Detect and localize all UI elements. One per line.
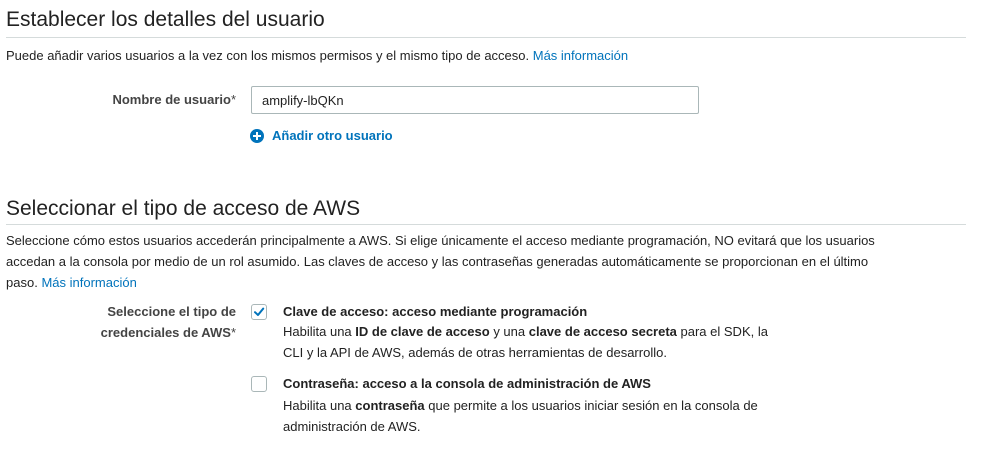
section-title-user-details: Establecer los detalles del usuario	[6, 8, 325, 31]
user-details-page: Establecer los detalles del usuario Pued…	[0, 0, 983, 462]
access-description-line1: Seleccione cómo estos usuarios accederán…	[6, 233, 875, 248]
section-divider	[6, 224, 966, 225]
section-divider	[6, 37, 966, 38]
programmatic-access-checkbox[interactable]	[251, 304, 267, 320]
access-description-line3: paso. Más información	[6, 275, 137, 290]
username-input[interactable]	[251, 86, 699, 114]
description-text: Puede añadir varios usuarios a la vez co…	[6, 48, 530, 63]
programmatic-access-description: Habilita una ID de clave de acceso y una…	[283, 324, 768, 360]
user-details-description: Puede añadir varios usuarios a la vez co…	[6, 45, 628, 66]
more-info-link[interactable]: Más información	[533, 48, 628, 63]
checkmark-icon	[254, 307, 265, 316]
add-another-user-button[interactable]: Añadir otro usuario	[250, 128, 393, 143]
required-marker: *	[230, 325, 236, 340]
access-more-info-link[interactable]: Más información	[41, 275, 136, 290]
plus-circle-icon	[250, 128, 264, 143]
add-user-label: Añadir otro usuario	[272, 128, 393, 143]
credential-type-label: Seleccione el tipo de credenciales de AW…	[100, 304, 236, 340]
access-description: Seleccione cómo estos usuarios accederán…	[6, 230, 971, 293]
access-description-line2: accedan a la consola por medio de un rol…	[6, 254, 869, 269]
required-marker: *	[230, 92, 236, 107]
console-access-description: Habilita una contraseña que permite a lo…	[283, 398, 758, 434]
section-title-access-type: Seleccionar el tipo de acceso de AWS	[6, 197, 361, 220]
username-label: Nombre de usuario*	[112, 92, 236, 107]
programmatic-access-title: Clave de acceso: acceso mediante program…	[283, 304, 588, 319]
console-access-title: Contraseña: acceso a la consola de admin…	[283, 376, 651, 391]
console-access-checkbox[interactable]	[251, 376, 267, 392]
